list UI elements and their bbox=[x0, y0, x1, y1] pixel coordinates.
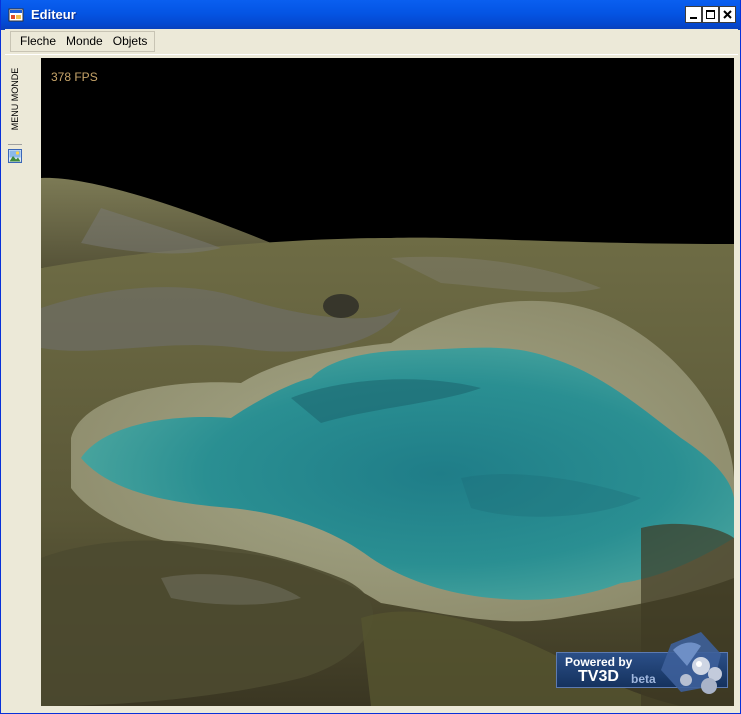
minimize-button[interactable] bbox=[685, 6, 702, 23]
badge-powered-text: Powered by bbox=[565, 655, 633, 669]
menu-fleche[interactable]: Fleche bbox=[15, 32, 61, 51]
minimize-icon bbox=[690, 17, 697, 19]
tv3d-badge: Powered by TV3D beta bbox=[556, 632, 728, 694]
editor-window: Editeur Fleche Monde Objets MENU MONDE 3… bbox=[0, 0, 741, 714]
menu-objets[interactable]: Objets bbox=[108, 32, 153, 51]
maximize-icon bbox=[706, 10, 715, 19]
image-icon bbox=[8, 149, 22, 163]
side-toolbar: MENU MONDE bbox=[5, 58, 25, 708]
menu-monde-tab-label: MENU MONDE bbox=[10, 67, 20, 131]
app-icon bbox=[8, 7, 24, 23]
terrain-render bbox=[41, 177, 734, 706]
image-button[interactable] bbox=[8, 149, 22, 163]
close-button[interactable] bbox=[719, 6, 736, 23]
close-icon bbox=[723, 10, 732, 19]
maximize-button[interactable] bbox=[702, 6, 719, 23]
title-bar[interactable]: Editeur bbox=[1, 0, 740, 30]
menu-strip: Fleche Monde Objets bbox=[10, 31, 156, 52]
3d-viewport[interactable]: 378 FPS Powered by TV3D beta bbox=[41, 58, 734, 706]
menu-bar: Fleche Monde Objets bbox=[5, 29, 738, 55]
sidebar-divider bbox=[8, 144, 22, 145]
fps-counter: 378 FPS bbox=[51, 70, 98, 84]
tv3d-logo-icon bbox=[661, 632, 722, 694]
menu-monde-tab[interactable]: MENU MONDE bbox=[7, 62, 23, 142]
window-title: Editeur bbox=[31, 7, 76, 22]
badge-brand-text: TV3D bbox=[578, 668, 619, 685]
menu-monde[interactable]: Monde bbox=[61, 32, 108, 51]
